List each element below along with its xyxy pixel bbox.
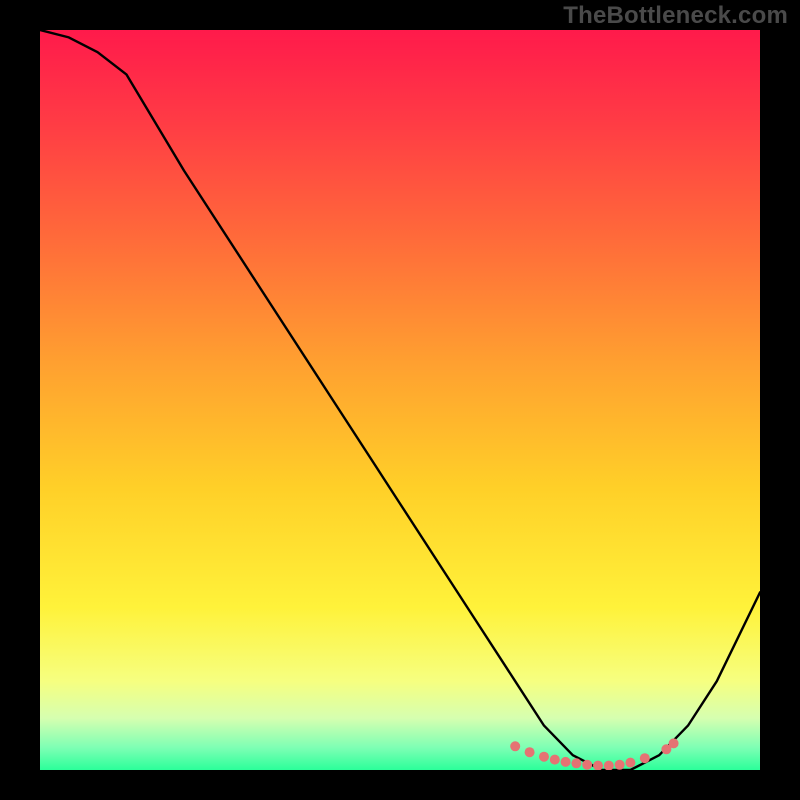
chart-frame: TheBottleneck.com xyxy=(0,0,800,800)
plot-svg xyxy=(40,30,760,770)
valley-dot xyxy=(582,760,592,770)
valley-dot xyxy=(561,757,571,767)
valley-dot xyxy=(510,741,520,751)
valley-dot xyxy=(550,755,560,765)
plot-area xyxy=(40,30,760,770)
valley-dot xyxy=(625,758,635,768)
valley-dot xyxy=(615,760,625,770)
valley-dot xyxy=(640,753,650,763)
valley-dot xyxy=(539,752,549,762)
valley-dot xyxy=(525,747,535,757)
valley-dot xyxy=(669,738,679,748)
valley-dot xyxy=(571,758,581,768)
gradient-background xyxy=(40,30,760,770)
watermark-text: TheBottleneck.com xyxy=(563,2,788,30)
